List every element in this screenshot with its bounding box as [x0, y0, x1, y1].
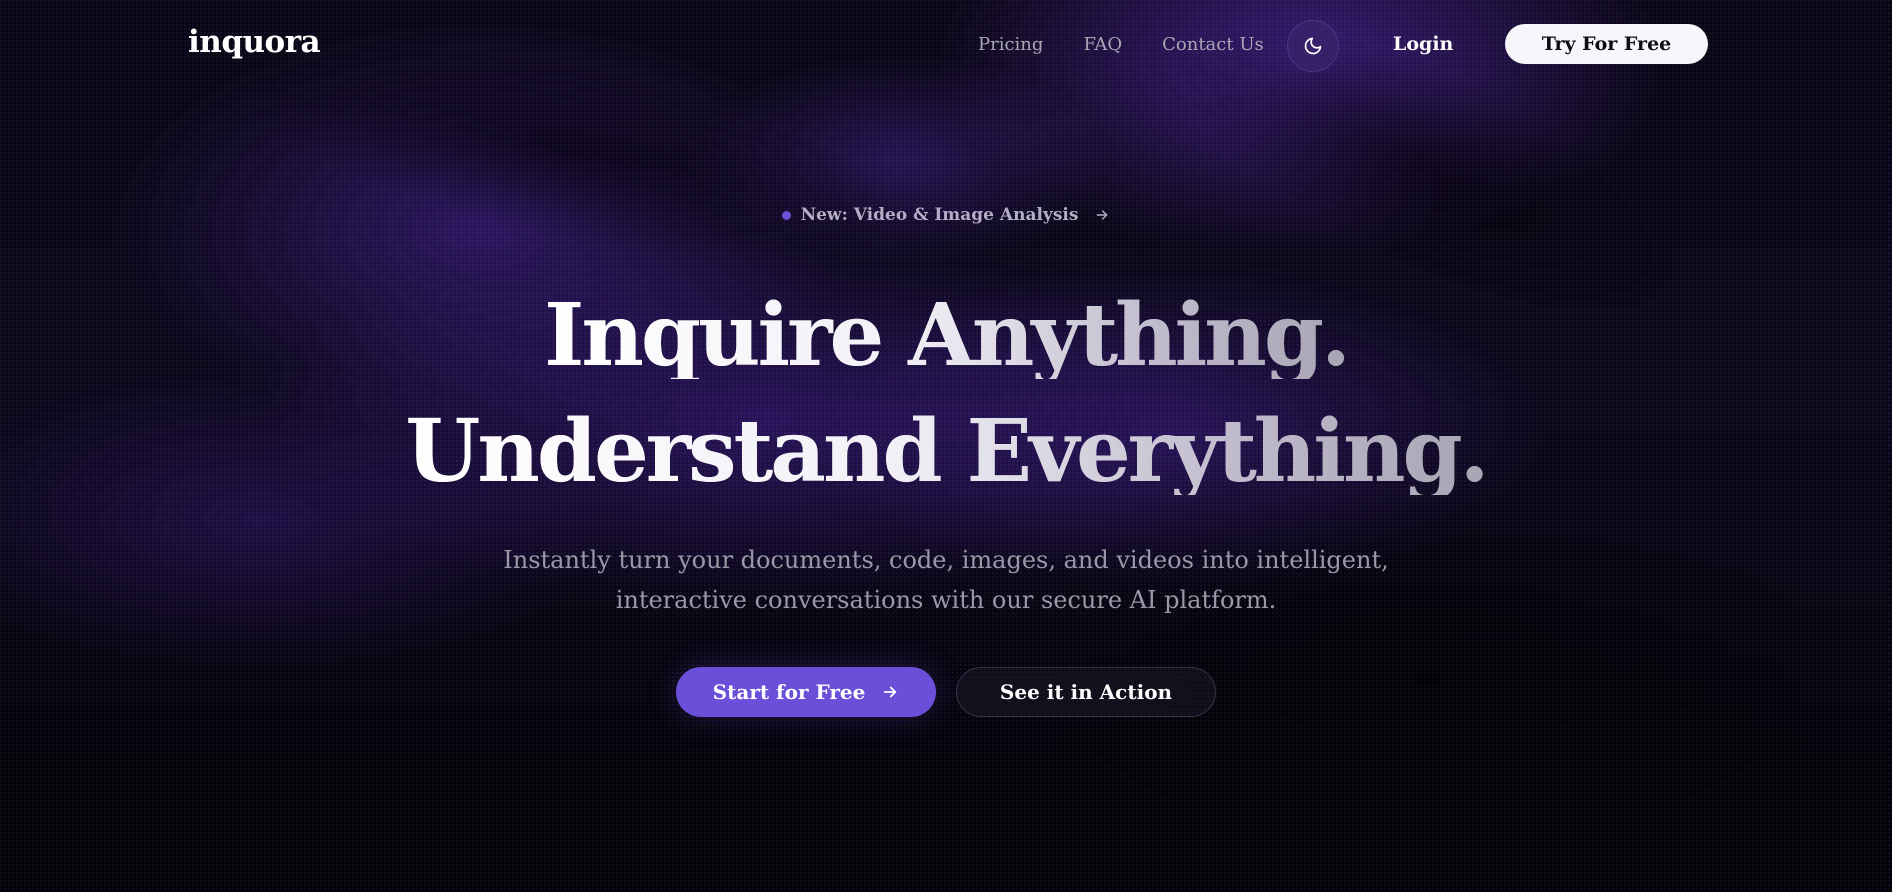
headline-line-2: Understand Everything.: [0, 409, 1892, 495]
see-it-in-action-button[interactable]: See it in Action: [956, 667, 1216, 717]
start-for-free-button[interactable]: Start for Free: [676, 667, 936, 717]
headline-line-2-text: Understand Everything.: [405, 401, 1489, 502]
try-for-free-button[interactable]: Try For Free: [1505, 24, 1708, 64]
arrow-right-icon: [1094, 207, 1110, 223]
headline-line-1-text: Inquire Anything.: [544, 285, 1351, 386]
nav-link-pricing[interactable]: Pricing: [978, 34, 1043, 55]
start-for-free-label: Start for Free: [712, 680, 866, 704]
announcement-badge[interactable]: New: Video & Image Analysis: [0, 205, 1892, 225]
hero-subtitle-line-1: Instantly turn your documents, code, ima…: [503, 546, 1389, 574]
badge-text: New: Video & Image Analysis: [800, 205, 1079, 225]
theme-toggle-button[interactable]: [1287, 20, 1339, 72]
landing-page: inquora Pricing FAQ Contact Us Login Try…: [0, 0, 1892, 892]
login-link[interactable]: Login: [1393, 33, 1453, 55]
hero-subtitle: Instantly turn your documents, code, ima…: [0, 540, 1892, 620]
nav-link-faq[interactable]: FAQ: [1083, 34, 1122, 55]
top-navbar: inquora Pricing FAQ Contact Us Login Try…: [0, 0, 1892, 92]
nav-links: Pricing FAQ Contact Us: [978, 34, 1264, 55]
arrow-right-icon: [884, 686, 897, 698]
badge-dot-icon: [781, 210, 791, 220]
moon-icon: [1304, 37, 1322, 55]
nav-link-contact[interactable]: Contact Us: [1162, 34, 1264, 55]
brand-logo[interactable]: inquora: [188, 24, 321, 60]
hero-subtitle-line-2: interactive conversations with our secur…: [615, 586, 1277, 614]
cta-row: Start for Free See it in Action: [0, 667, 1892, 717]
headline-line-1: Inquire Anything.: [0, 293, 1892, 379]
